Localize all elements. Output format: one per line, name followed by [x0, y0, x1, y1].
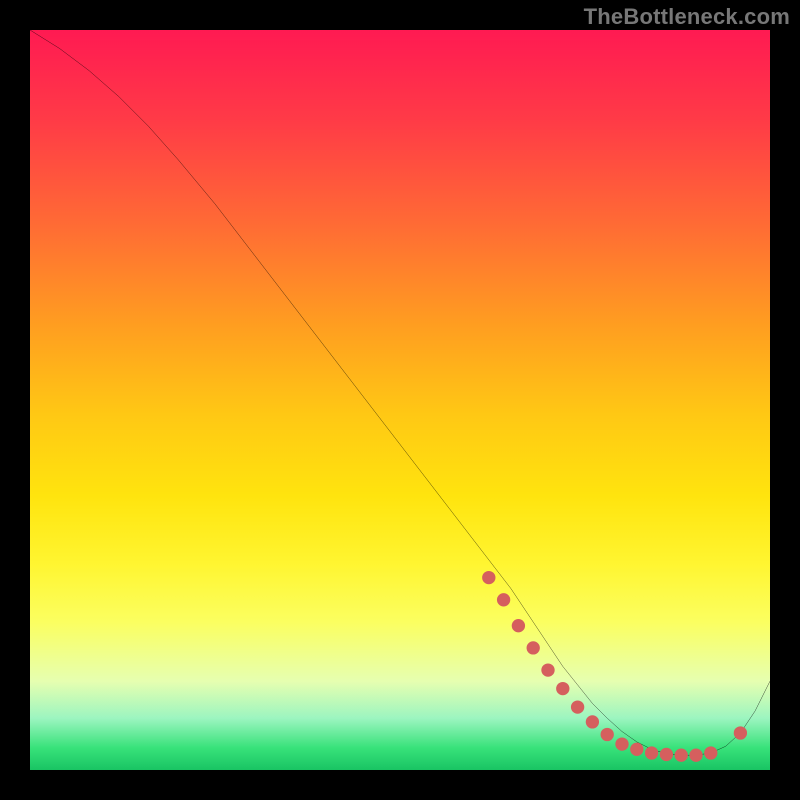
marker-dot	[556, 682, 569, 695]
marker-dot	[704, 746, 717, 759]
marker-dot	[601, 728, 614, 741]
marker-dot	[660, 748, 673, 761]
marker-dot	[497, 593, 510, 606]
marker-dot	[482, 571, 495, 584]
watermark-text: TheBottleneck.com	[584, 4, 790, 30]
marker-dot	[675, 749, 688, 762]
chart-frame: TheBottleneck.com	[0, 0, 800, 800]
marker-dot	[527, 641, 540, 654]
chart-svg	[30, 30, 770, 770]
marker-dot	[571, 700, 584, 713]
highlight-markers	[482, 571, 747, 762]
marker-dot	[645, 746, 658, 759]
bottleneck-curve	[30, 30, 770, 755]
plot-area	[30, 30, 770, 770]
marker-dot	[734, 726, 747, 739]
marker-dot	[512, 619, 525, 632]
marker-dot	[615, 737, 628, 750]
marker-dot	[630, 743, 643, 756]
marker-dot	[586, 715, 599, 728]
marker-dot	[689, 749, 702, 762]
marker-dot	[541, 663, 554, 676]
